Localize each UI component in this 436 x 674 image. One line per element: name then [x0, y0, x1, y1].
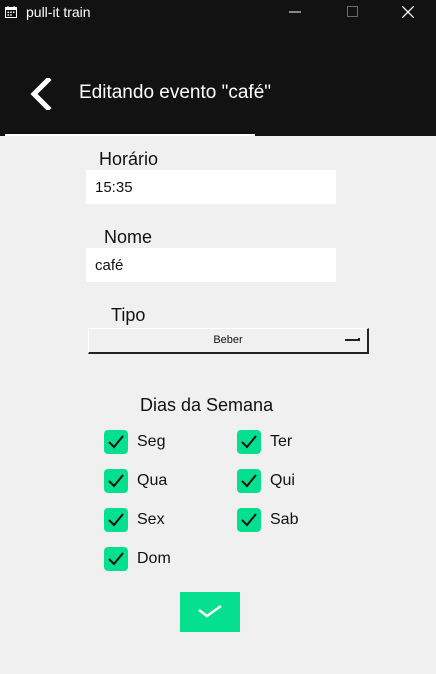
checkbox-label: Ter — [270, 433, 293, 450]
checkmark-icon — [241, 474, 257, 488]
checkbox-box[interactable] — [237, 469, 261, 493]
tipo-selected-value: Beber — [213, 334, 243, 346]
checkbox-box[interactable] — [104, 547, 128, 571]
checkmark-icon — [108, 513, 124, 527]
nome-input[interactable] — [86, 248, 336, 282]
checkbox-box[interactable] — [104, 469, 128, 493]
horario-label: Horário — [99, 149, 159, 169]
checkmark-icon — [241, 513, 257, 527]
tipo-label: Tipo — [111, 305, 146, 325]
maximize-icon — [347, 6, 358, 17]
checkmark-icon — [108, 435, 124, 449]
checkbox-box[interactable] — [104, 430, 128, 454]
checkmark-icon — [108, 474, 124, 488]
checkbox-label: Dom — [137, 550, 171, 567]
checkbox-label: Qua — [137, 472, 168, 489]
minimize-button[interactable] — [272, 0, 318, 24]
checkbox-box[interactable] — [104, 508, 128, 532]
checkmark-icon — [241, 435, 257, 449]
close-button[interactable] — [385, 0, 431, 24]
checkbox-box[interactable] — [237, 508, 261, 532]
window-titlebar: pull-it train — [0, 0, 436, 24]
calendar-icon — [5, 5, 17, 18]
page-title: Editando evento "café" — [79, 82, 272, 103]
confirm-button[interactable] — [180, 592, 240, 632]
checkmark-icon — [198, 604, 222, 618]
checkbox-box[interactable] — [237, 430, 261, 454]
back-button[interactable] — [24, 74, 58, 114]
chevron-left-icon — [30, 78, 52, 110]
days-section-title: Dias da Semana — [140, 395, 274, 415]
checkbox-label: Sab — [270, 511, 299, 528]
checkmark-icon — [108, 552, 124, 566]
horario-input[interactable] — [86, 170, 336, 204]
tipo-select[interactable]: Beber — [88, 328, 369, 354]
checkbox-label: Sex — [137, 511, 165, 528]
checkbox-label: Qui — [270, 472, 295, 489]
window-title: pull-it train — [26, 4, 91, 20]
nome-label: Nome — [104, 227, 153, 247]
minimize-icon — [289, 11, 301, 13]
header-divider — [5, 134, 255, 136]
checkbox-label: Seg — [137, 433, 166, 450]
close-icon — [402, 6, 414, 18]
page-header: Editando evento "café" — [0, 24, 436, 136]
option-menu-indicator-icon — [345, 338, 360, 341]
maximize-button[interactable] — [330, 0, 376, 24]
